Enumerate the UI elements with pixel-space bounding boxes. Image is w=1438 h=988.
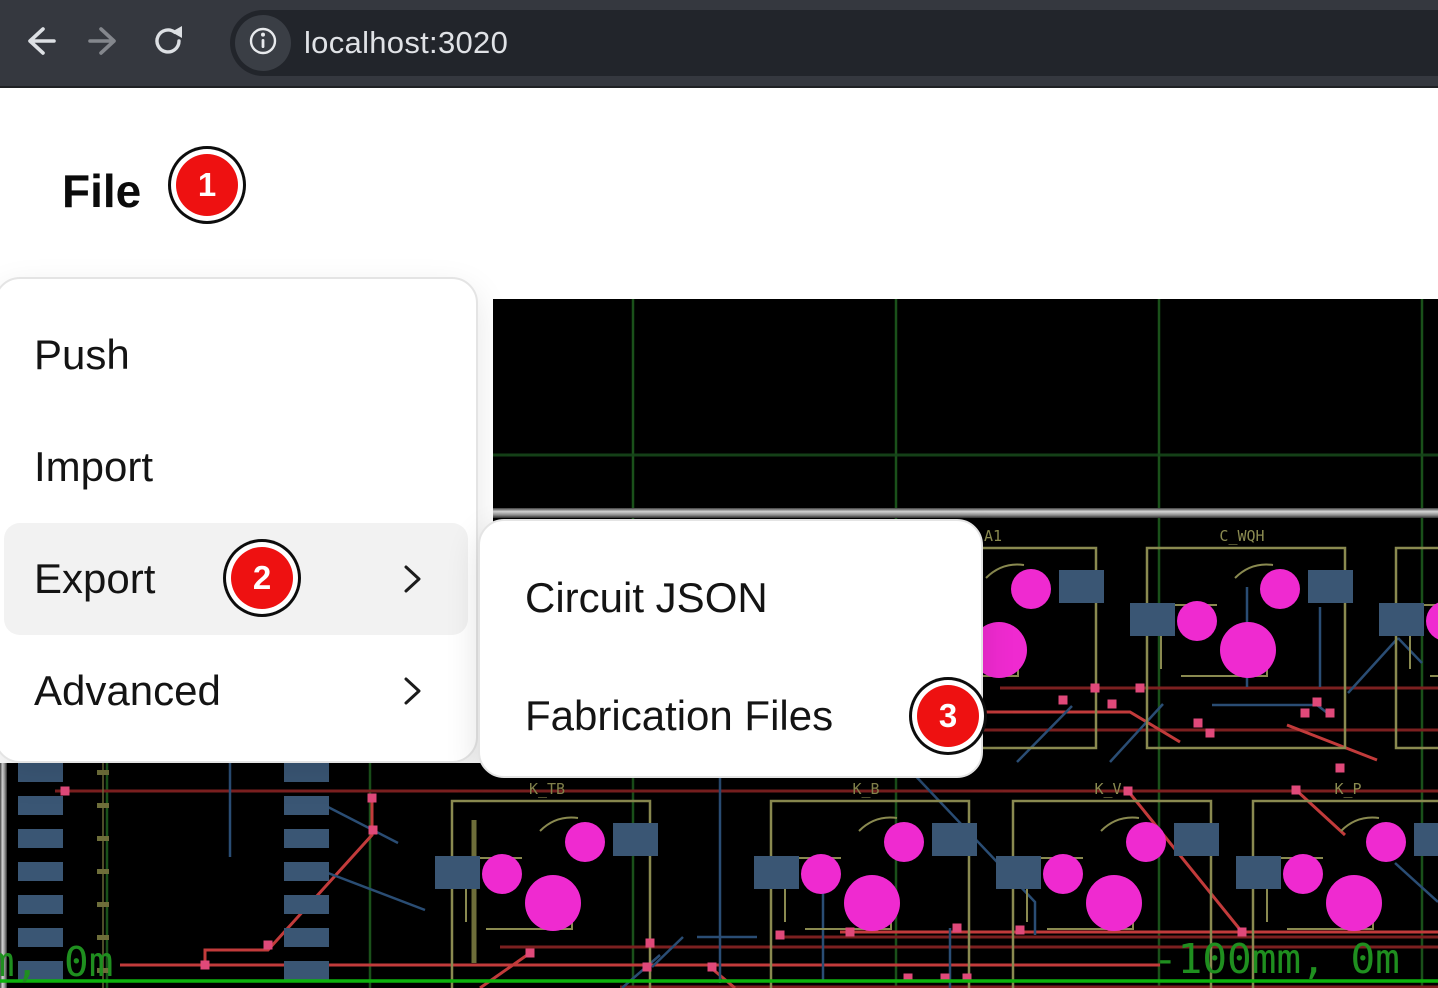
annotation-badge-1: 1 [176, 154, 238, 216]
arrow-right-icon [82, 19, 126, 68]
browser-toolbar: localhost:3020 [0, 0, 1438, 88]
menu-item-label: Push [34, 331, 130, 379]
reload-button[interactable] [146, 21, 190, 65]
export-submenu: Circuit JSON Fabrication Files [478, 519, 983, 778]
coordinate-label-left: m, 0m [0, 938, 113, 986]
chevron-right-icon [392, 671, 432, 711]
menu-item-label: Circuit JSON [525, 574, 768, 622]
footprint-label: K_B [852, 780, 879, 798]
url-text: localhost:3020 [304, 25, 508, 61]
annotation-badge-3: 3 [917, 685, 979, 747]
file-menu-button[interactable]: File [62, 164, 141, 218]
menu-item-advanced[interactable]: Advanced [0, 635, 476, 747]
menu-item-label: Advanced [34, 667, 221, 715]
url-bar[interactable]: localhost:3020 [230, 10, 1438, 76]
annotation-badge-2: 2 [231, 547, 293, 609]
screen: localhost:3020 File A1 C_WQH K_TB K_B [0, 0, 1438, 988]
forward-button[interactable] [82, 21, 126, 65]
chevron-right-icon [392, 559, 432, 599]
footprint-label: A1 [984, 527, 1002, 545]
menu-item-push[interactable]: Push [0, 299, 476, 411]
site-info-button[interactable] [235, 15, 291, 71]
menu-item-label: Fabrication Files [525, 692, 833, 740]
footprint-label: K_TB [529, 780, 565, 798]
footprint-label: C_WQH [1219, 527, 1264, 545]
file-dropdown-menu: Push Import Export Advanced [0, 277, 478, 763]
info-circle-icon [243, 21, 283, 66]
footprint-label: K_P [1334, 780, 1361, 798]
footprint-label: K_V [1094, 780, 1121, 798]
menu-item-label: Export [34, 555, 155, 603]
submenu-item-circuit-json[interactable]: Circuit JSON [480, 539, 981, 657]
arrow-left-icon [18, 19, 62, 68]
coordinate-label-right: -100mm, 0m [1153, 935, 1400, 983]
back-button[interactable] [18, 21, 62, 65]
submenu-item-fabrication-files[interactable]: Fabrication Files [480, 657, 981, 775]
menu-item-label: Import [34, 443, 153, 491]
board-edge-horizontal [493, 508, 1438, 518]
reload-icon [146, 19, 190, 68]
menu-item-import[interactable]: Import [0, 411, 476, 523]
